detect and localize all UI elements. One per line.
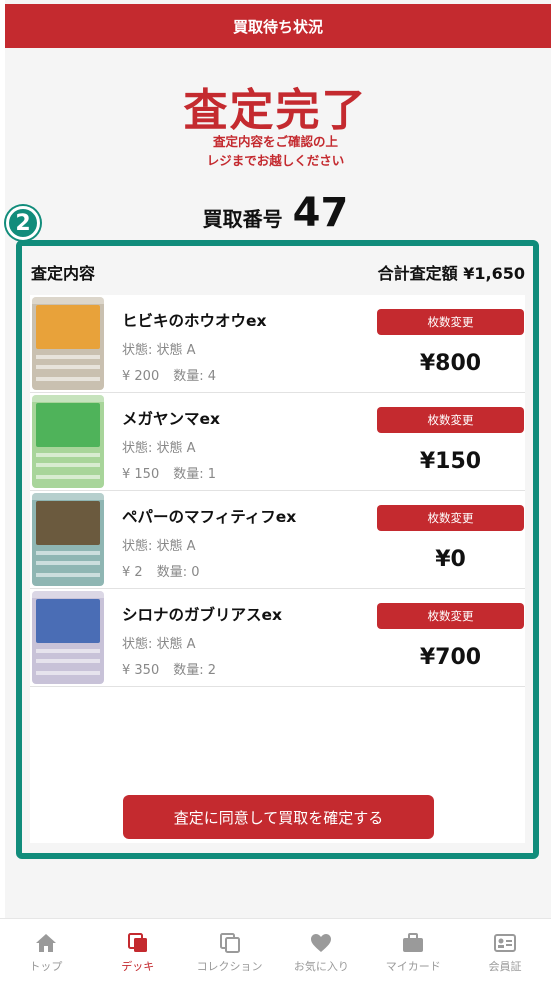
card-unit-price: ¥ 2 — [122, 565, 143, 580]
collection-icon — [219, 933, 240, 953]
summary-label: 査定内容 — [31, 264, 96, 283]
card-name: ヒビキのホウオウex — [122, 312, 267, 330]
card-thumbnail — [32, 395, 104, 488]
card-row: メガヤンマex 状態: 状態 A ¥ 150 数量: 1 枚数変更 ¥150 — [30, 393, 525, 491]
tab-collection[interactable]: コレクション — [184, 919, 276, 987]
card-row: シロナのガブリアスex 状態: 状態 A ¥ 350 数量: 2 枚数変更 ¥70… — [30, 589, 525, 687]
tab-label: コレクション — [196, 960, 263, 973]
card-price: ¥800 — [419, 351, 482, 376]
status-title: 査定完了 — [183, 85, 368, 136]
card-meta: ¥ 2 数量: 0 — [122, 561, 199, 580]
card-row: ペパーのマフィティフex 状態: 状態 A ¥ 2 数量: 0 枚数変更 ¥0 — [30, 491, 525, 589]
card-price: ¥0 — [435, 547, 466, 572]
card-condition: 状態: 状態 A — [122, 343, 196, 358]
summary-row: 査定内容 合計査定額 ¥1,650 — [31, 259, 525, 285]
briefcase-icon — [403, 933, 424, 952]
purchase-number: 買取番号 47 — [0, 190, 551, 236]
card-list: ヒビキのホウオウex 状態: 状態 A ¥ 200 数量: 4 枚数変更 ¥800… — [30, 295, 525, 843]
heart-icon — [311, 934, 332, 952]
tab-favorites[interactable]: お気に入り — [275, 919, 367, 987]
card-quantity: 数量: 0 — [156, 565, 200, 580]
card-quantity: 数量: 1 — [173, 467, 217, 482]
card-meta: ¥ 200 数量: 4 — [122, 365, 216, 384]
card-art — [36, 599, 100, 643]
tab-my-card[interactable]: マイカード — [367, 919, 459, 987]
tab-membership[interactable]: 会員証 — [459, 919, 551, 987]
card-name: ペパーのマフィティフex — [122, 508, 297, 526]
card-art — [36, 501, 100, 545]
header-title: 買取待ち状況 — [232, 17, 323, 36]
card-name: シロナのガブリアスex — [122, 606, 283, 624]
card-thumbnail — [32, 591, 104, 684]
card-price: ¥150 — [419, 449, 482, 474]
confirm-purchase-button[interactable]: 査定に同意して買取を確定する — [123, 795, 434, 839]
tab-label: デッキ — [121, 960, 155, 973]
app-header: 買取待ち状況 — [5, 4, 551, 48]
card-quantity: 数量: 4 — [173, 369, 217, 384]
card-thumbnail — [32, 297, 104, 390]
tab-deck[interactable]: デッキ — [92, 919, 184, 987]
purchase-number-label: 買取番号 — [202, 207, 283, 231]
tab-top[interactable]: トップ — [0, 919, 92, 987]
change-quantity-button[interactable]: 枚数変更 — [377, 603, 524, 629]
tab-label: トップ — [29, 960, 63, 973]
deck-icon — [127, 933, 147, 952]
card-meta: ¥ 150 数量: 1 — [122, 463, 216, 482]
card-art — [36, 305, 100, 349]
card-unit-price: ¥ 200 — [122, 369, 160, 384]
card-meta: ¥ 350 数量: 2 — [122, 659, 216, 678]
bottom-tab-bar: トップ デッキ コレクション お気に入り マイカード 会員証 — [0, 918, 551, 987]
status-subtitle-line2: レジまでお越しください — [206, 153, 345, 168]
member-card-icon — [494, 934, 517, 952]
card-name: メガヤンマex — [122, 410, 221, 428]
card-condition: 状態: 状態 A — [122, 637, 196, 652]
home-icon — [35, 934, 56, 952]
purchase-number-value: 47 — [292, 190, 349, 236]
tab-label: 会員証 — [488, 960, 522, 973]
card-quantity: 数量: 2 — [173, 663, 217, 678]
tab-label: お気に入り — [293, 960, 349, 973]
card-condition: 状態: 状態 A — [122, 441, 196, 456]
change-quantity-button[interactable]: 枚数変更 — [377, 407, 524, 433]
change-quantity-button[interactable]: 枚数変更 — [377, 505, 524, 531]
card-art — [36, 403, 100, 447]
card-condition: 状態: 状態 A — [122, 539, 196, 554]
step-badge: 2 — [6, 206, 40, 240]
card-unit-price: ¥ 150 — [122, 467, 160, 482]
total-amount: 合計査定額 ¥1,650 — [377, 264, 525, 283]
status-subtitle-line1: 査定内容をご確認の上 — [212, 134, 338, 149]
card-unit-price: ¥ 350 — [122, 663, 160, 678]
card-row: ヒビキのホウオウex 状態: 状態 A ¥ 200 数量: 4 枚数変更 ¥800 — [30, 295, 525, 393]
tab-label: マイカード — [385, 960, 441, 973]
card-thumbnail — [32, 493, 104, 586]
card-price: ¥700 — [419, 645, 482, 670]
change-quantity-button[interactable]: 枚数変更 — [377, 309, 524, 335]
